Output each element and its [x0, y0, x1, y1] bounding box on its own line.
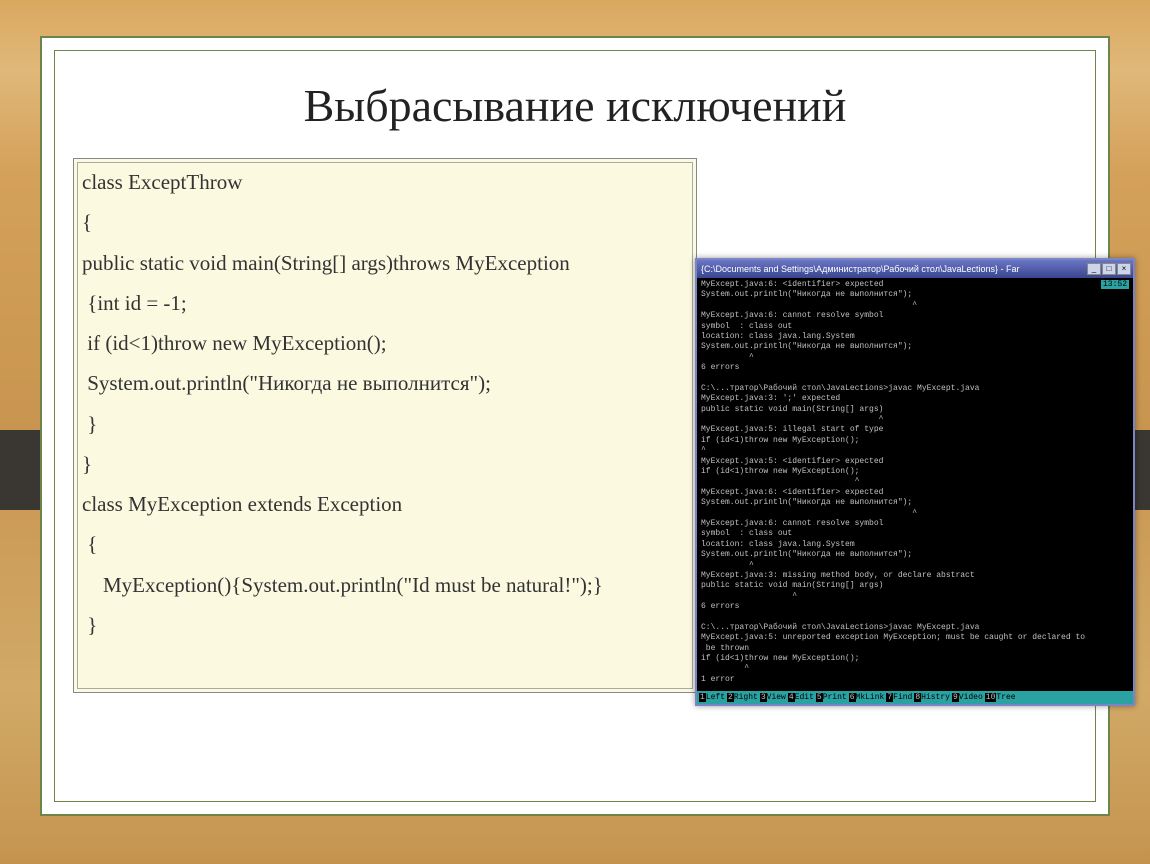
console-status-bar: 1Left 2Right 3View 4Edit 5Print 6MkLink … — [697, 691, 1133, 704]
status-item[interactable]: 4Edit — [788, 693, 814, 702]
code-line: } — [82, 411, 688, 437]
slide-title: Выбрасывание исключений — [55, 51, 1095, 158]
code-line: { — [82, 209, 688, 235]
status-item[interactable]: 10Tree — [985, 693, 1016, 702]
status-item[interactable]: 8Histry — [914, 693, 950, 702]
console-output: MyExcept.java:6: <identifier> expected S… — [697, 278, 1133, 691]
status-item[interactable]: 2Right — [727, 693, 758, 702]
code-line: { — [82, 531, 688, 557]
code-line: {int id = -1; — [82, 290, 688, 316]
status-item[interactable]: 6MkLink — [849, 693, 885, 702]
code-line: if (id<1)throw new MyException(); — [82, 330, 688, 356]
maximize-button[interactable]: □ — [1102, 263, 1116, 275]
code-line: MyException(){System.out.println("Id mus… — [82, 572, 688, 598]
status-item[interactable]: 7Find — [886, 693, 912, 702]
code-box: class ExceptThrow { public static void m… — [73, 158, 697, 693]
console-clock: 13:52 — [1101, 280, 1129, 289]
code-line: class ExceptThrow — [82, 169, 688, 195]
console-window: {C:\Documents and Settings\Администратор… — [695, 258, 1135, 706]
close-button[interactable]: × — [1117, 263, 1131, 275]
window-buttons: _ □ × — [1087, 263, 1131, 275]
status-item[interactable]: 1Left — [699, 693, 725, 702]
code-line: System.out.println("Никогда не выполнитс… — [82, 370, 688, 396]
code-line: } — [82, 612, 688, 638]
status-item[interactable]: 5Print — [816, 693, 847, 702]
minimize-button[interactable]: _ — [1087, 263, 1101, 275]
status-item[interactable]: 9Video — [952, 693, 983, 702]
console-titlebar[interactable]: {C:\Documents and Settings\Администратор… — [697, 260, 1133, 278]
status-item[interactable]: 3View — [760, 693, 786, 702]
code-line: public static void main(String[] args)th… — [82, 250, 688, 276]
code-line: class MyException extends Exception — [82, 491, 688, 517]
console-title-text: {C:\Documents and Settings\Администратор… — [701, 264, 1087, 274]
code-line: } — [82, 451, 688, 477]
